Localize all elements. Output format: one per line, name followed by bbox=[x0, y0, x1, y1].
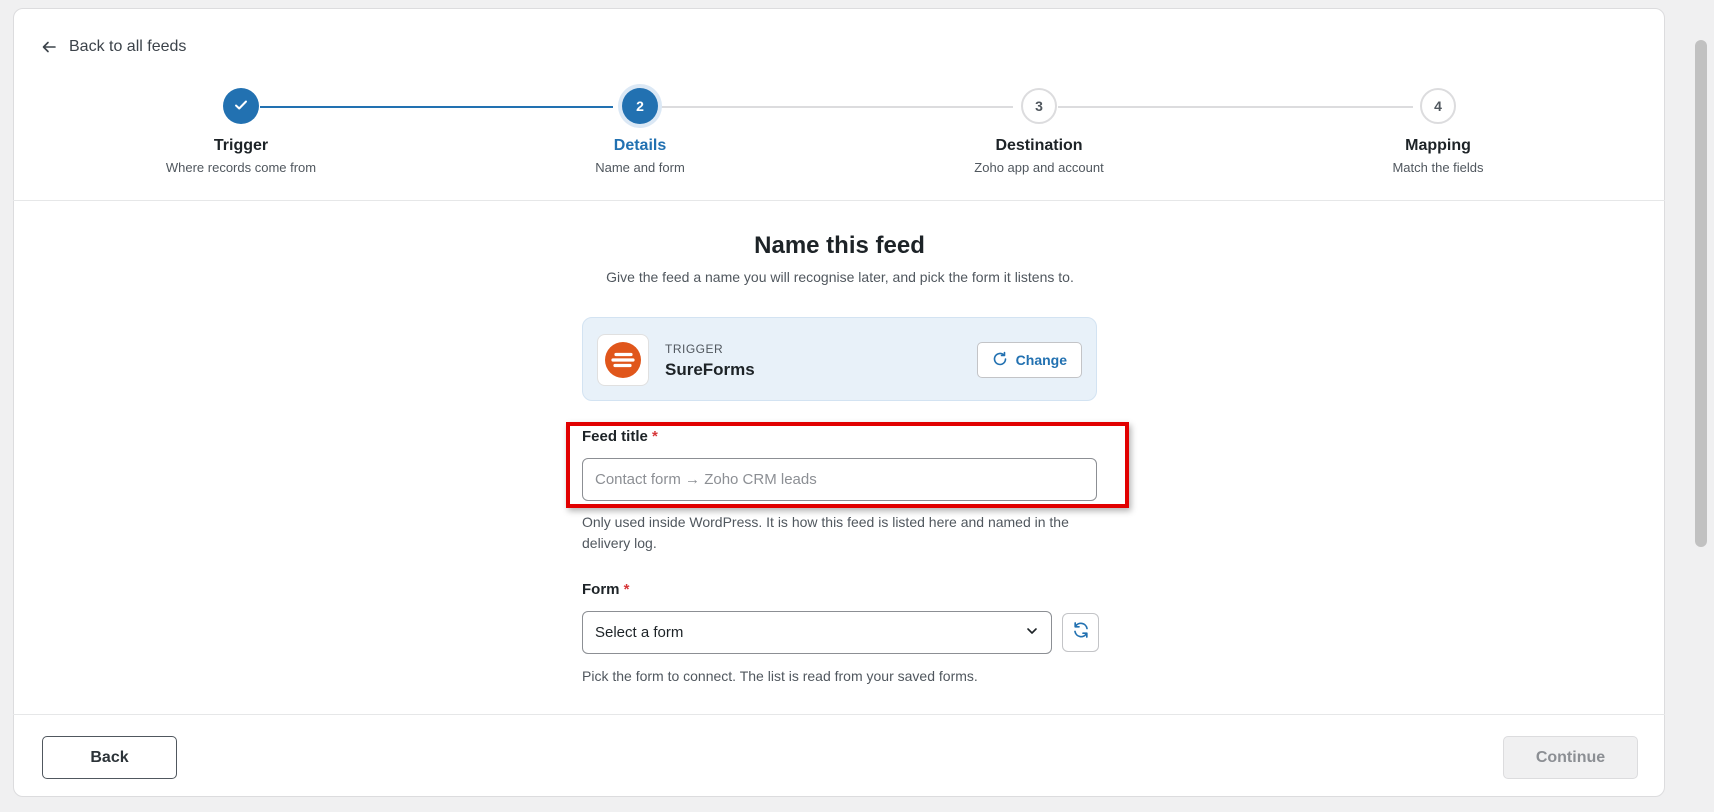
page-subtitle: Give the feed a name you will recognise … bbox=[606, 269, 1074, 285]
step-connector-2 bbox=[660, 106, 1013, 108]
refresh-forms-button[interactable] bbox=[1062, 613, 1099, 652]
header-divider bbox=[13, 200, 1665, 201]
step-3-circle: 3 bbox=[1021, 88, 1057, 124]
footer-divider bbox=[13, 714, 1665, 715]
step-2-sub: Name and form bbox=[595, 160, 685, 175]
back-to-feeds-link[interactable]: Back to all feeds bbox=[41, 38, 186, 56]
continue-button[interactable]: Continue bbox=[1503, 736, 1638, 779]
step-3-label: Destination bbox=[995, 137, 1083, 154]
refresh-icon bbox=[1071, 620, 1091, 645]
trigger-name: SureForms bbox=[665, 360, 755, 379]
form-label: Form * bbox=[582, 581, 630, 598]
feed-title-help: Only used inside WordPress. It is how th… bbox=[582, 514, 1069, 551]
form-help: Pick the form to connect. The list is re… bbox=[582, 668, 978, 684]
feed-title-label: Feed title * bbox=[582, 428, 658, 445]
form-select[interactable]: Select a form bbox=[582, 611, 1052, 654]
step-2-circle: 2 bbox=[622, 88, 658, 124]
sureforms-logo bbox=[597, 334, 649, 386]
scrollbar-thumb[interactable] bbox=[1695, 40, 1707, 547]
form-select-value: Select a form bbox=[595, 624, 684, 641]
form-label-text: Form bbox=[582, 581, 620, 598]
feed-title-label-text: Feed title bbox=[582, 428, 648, 445]
step-4-number: 4 bbox=[1434, 98, 1442, 114]
step-2-number: 2 bbox=[636, 98, 644, 114]
required-mark: * bbox=[652, 428, 658, 445]
trigger-eyebrow: TRIGGER bbox=[665, 342, 724, 356]
step-2-label: Details bbox=[613, 137, 667, 154]
check-icon bbox=[233, 97, 249, 116]
step-1-sub: Where records come from bbox=[165, 160, 317, 175]
trigger-card: TRIGGER SureForms Change bbox=[582, 317, 1097, 401]
page-title: Name this feed bbox=[754, 232, 925, 259]
change-label: Change bbox=[1015, 352, 1067, 368]
step-1-label: Trigger bbox=[213, 137, 269, 154]
chevron-down-icon bbox=[1025, 624, 1039, 642]
step-3-sub: Zoho app and account bbox=[974, 160, 1104, 175]
step-4-circle: 4 bbox=[1420, 88, 1456, 124]
refresh-icon bbox=[992, 351, 1008, 370]
change-trigger-button[interactable]: Change bbox=[976, 342, 1082, 378]
feed-title-input[interactable] bbox=[582, 458, 1097, 501]
step-4-label: Mapping bbox=[1405, 137, 1471, 154]
arrow-left-icon bbox=[41, 39, 57, 55]
step-3-number: 3 bbox=[1035, 98, 1043, 114]
back-to-feeds-label: Back to all feeds bbox=[69, 38, 187, 55]
step-connector-3 bbox=[1058, 106, 1413, 108]
step-connector-1 bbox=[260, 106, 613, 108]
required-mark: * bbox=[623, 581, 630, 598]
step-4-sub: Match the fields bbox=[1392, 160, 1484, 175]
step-1-circle[interactable] bbox=[223, 88, 259, 124]
back-button[interactable]: Back bbox=[42, 736, 177, 779]
